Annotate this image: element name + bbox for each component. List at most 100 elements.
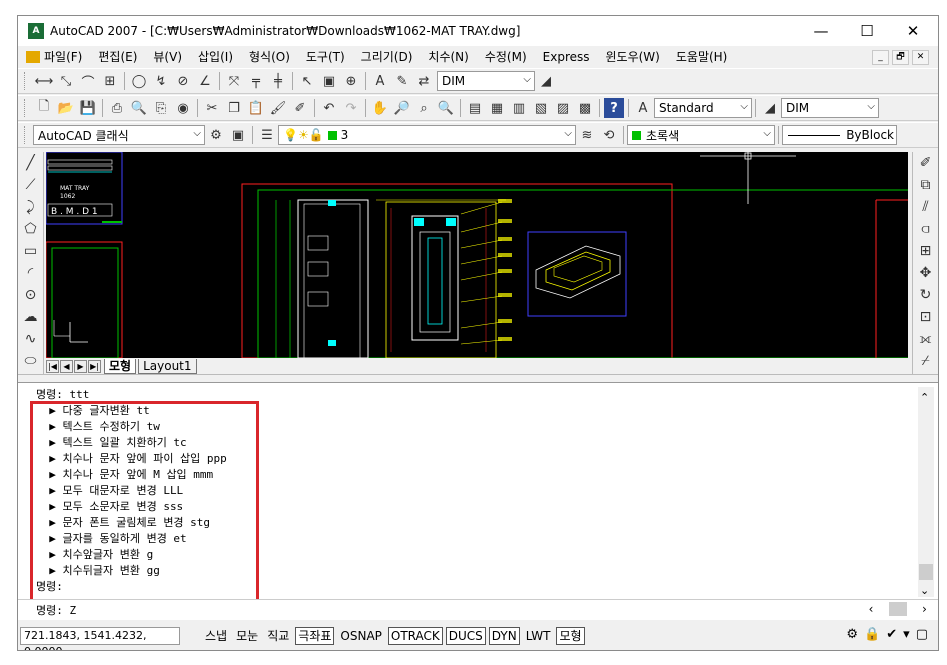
dyn-toggle[interactable]: DYN: [488, 627, 520, 645]
doc-close-button[interactable]: ✕: [912, 50, 929, 65]
model-toggle[interactable]: 모형: [556, 627, 585, 645]
minimize-button[interactable]: —: [798, 16, 844, 46]
match-properties-icon[interactable]: 🖌: [268, 98, 288, 118]
scroll-up-icon[interactable]: ⌃: [920, 391, 929, 404]
comm-center-icon[interactable]: ⚙: [846, 627, 858, 642]
menu-tools[interactable]: 도구(T): [298, 48, 353, 65]
polar-toggle[interactable]: 극좌표: [295, 627, 335, 645]
toolbar-grip[interactable]: [24, 72, 27, 90]
construction-line-icon[interactable]: ⟋: [21, 175, 41, 195]
tool-palettes-icon[interactable]: ▥: [509, 98, 529, 118]
toolbar-grip[interactable]: [24, 126, 27, 144]
layer-dropdown[interactable]: 💡 ☀ 🔓 3 ⌵: [278, 125, 576, 145]
trim-icon[interactable]: ⌿: [916, 351, 936, 371]
markup-icon[interactable]: ▨: [553, 98, 573, 118]
quick-dim-icon[interactable]: ⤧: [224, 71, 244, 91]
aligned-dim-icon[interactable]: ⤡: [56, 71, 76, 91]
scale-icon[interactable]: ⊡: [916, 307, 936, 327]
menu-draw[interactable]: 그리기(D): [353, 48, 421, 65]
rectangle-icon[interactable]: ▭: [21, 241, 41, 261]
scroll-thumb[interactable]: [919, 564, 933, 580]
radius-dim-icon[interactable]: ◯: [129, 71, 149, 91]
line-icon[interactable]: ╱: [21, 153, 41, 173]
design-center-icon[interactable]: ▦: [487, 98, 507, 118]
baseline-dim-icon[interactable]: ╤: [246, 71, 266, 91]
array-icon[interactable]: ⊞: [916, 241, 936, 261]
stretch-icon[interactable]: ⟗: [916, 329, 936, 349]
continue-dim-icon[interactable]: ╪: [268, 71, 288, 91]
spline-icon[interactable]: ∿: [21, 329, 41, 349]
menu-modify[interactable]: 수정(M): [477, 48, 535, 65]
offset-icon[interactable]: ⫏: [916, 219, 936, 239]
next-tab-button[interactable]: ▶: [74, 359, 87, 373]
tolerance-icon[interactable]: ▣: [319, 71, 339, 91]
linetype-dropdown[interactable]: ByBlock: [782, 125, 897, 145]
properties-icon[interactable]: ▤: [465, 98, 485, 118]
status-menu-icon[interactable]: ▾: [903, 627, 910, 642]
ducs-toggle[interactable]: DUCS: [445, 627, 486, 645]
block-editor-icon[interactable]: ✐: [290, 98, 310, 118]
workspace-save-icon[interactable]: ▣: [228, 125, 248, 145]
lwt-toggle[interactable]: LWT: [523, 627, 554, 645]
copy-icon[interactable]: ❐: [224, 98, 244, 118]
copy-object-icon[interactable]: ⧉: [916, 175, 936, 195]
clean-screen-icon[interactable]: ▢: [916, 627, 928, 642]
osnap-toggle[interactable]: OSNAP: [337, 627, 384, 645]
mirror-icon[interactable]: ⫽: [916, 197, 936, 217]
print-icon[interactable]: ⎙: [107, 98, 127, 118]
grid-toggle[interactable]: 모눈: [233, 627, 261, 645]
layer-manager-icon[interactable]: ☰: [257, 125, 277, 145]
plot-preview-icon[interactable]: 🔍: [129, 98, 149, 118]
save-icon[interactable]: 💾: [78, 98, 98, 118]
menu-express[interactable]: Express: [535, 50, 598, 64]
color-dropdown[interactable]: 초록색 ⌵: [627, 125, 775, 145]
workspace-settings-icon[interactable]: ⚙: [206, 125, 226, 145]
dim-style-dropdown[interactable]: DIM ⌵: [437, 71, 535, 91]
jogged-dim-icon[interactable]: ↯: [151, 71, 171, 91]
sheet-set-icon[interactable]: ▧: [531, 98, 551, 118]
etransmit-icon[interactable]: ◉: [173, 98, 193, 118]
paste-icon[interactable]: 📋: [246, 98, 266, 118]
diameter-dim-icon[interactable]: ⊘: [173, 71, 193, 91]
workspace-dropdown[interactable]: AutoCAD 클래식 ⌵: [33, 125, 205, 145]
angular-dim-icon[interactable]: ∠: [195, 71, 215, 91]
menu-help[interactable]: 도움말(H): [668, 48, 736, 65]
text-style-dropdown[interactable]: Standard ⌵: [654, 98, 752, 118]
scroll-left-icon[interactable]: ‹: [868, 602, 875, 616]
menu-window[interactable]: 윈도우(W): [598, 48, 668, 65]
tab-layout1[interactable]: Layout1: [138, 358, 197, 374]
ordinate-dim-icon[interactable]: ⊞: [100, 71, 120, 91]
doc-restore-button[interactable]: 🗗: [892, 50, 909, 65]
open-icon[interactable]: 📂: [56, 98, 76, 118]
coordinate-readout[interactable]: 721.1843, 1541.4232, 0.0000: [20, 627, 180, 650]
dim-update-icon[interactable]: ⇄: [414, 71, 434, 91]
make-layer-current-icon[interactable]: ≋: [577, 125, 597, 145]
dim-style-icon[interactable]: ◢: [760, 98, 780, 118]
dim-style-icon[interactable]: ◢: [536, 71, 556, 91]
first-tab-button[interactable]: |◀: [46, 359, 59, 373]
calculator-icon[interactable]: ▩: [575, 98, 595, 118]
toolbar-grip[interactable]: [24, 99, 27, 117]
dim-edit-icon[interactable]: A: [370, 71, 390, 91]
text-style-icon[interactable]: A: [633, 98, 653, 118]
arc-icon[interactable]: ◜: [21, 263, 41, 283]
polygon-icon[interactable]: ⬠: [21, 219, 41, 239]
scroll-thumb[interactable]: [888, 602, 907, 616]
doc-minimize-button[interactable]: _: [872, 50, 889, 65]
ellipse-icon[interactable]: ⬭: [21, 351, 41, 371]
menu-dimension[interactable]: 치수(N): [420, 48, 476, 65]
last-tab-button[interactable]: ▶|: [88, 359, 101, 373]
rotate-icon[interactable]: ↻: [916, 285, 936, 305]
dim-text-edit-icon[interactable]: ✎: [392, 71, 412, 91]
menu-view[interactable]: 뷰(V): [145, 48, 190, 65]
move-icon[interactable]: ✥: [916, 263, 936, 283]
redo-icon[interactable]: ↷: [341, 98, 361, 118]
help-icon[interactable]: ?: [604, 98, 624, 118]
horizontal-scrollbar[interactable]: [18, 374, 938, 380]
zoom-window-icon[interactable]: ⌕: [414, 98, 434, 118]
polyline-icon[interactable]: ⤸: [21, 197, 41, 217]
erase-icon[interactable]: ✐: [916, 153, 936, 173]
autocad-app-icon[interactable]: A: [28, 23, 44, 39]
pan-icon[interactable]: ✋: [370, 98, 390, 118]
center-mark-icon[interactable]: ⊕: [341, 71, 361, 91]
